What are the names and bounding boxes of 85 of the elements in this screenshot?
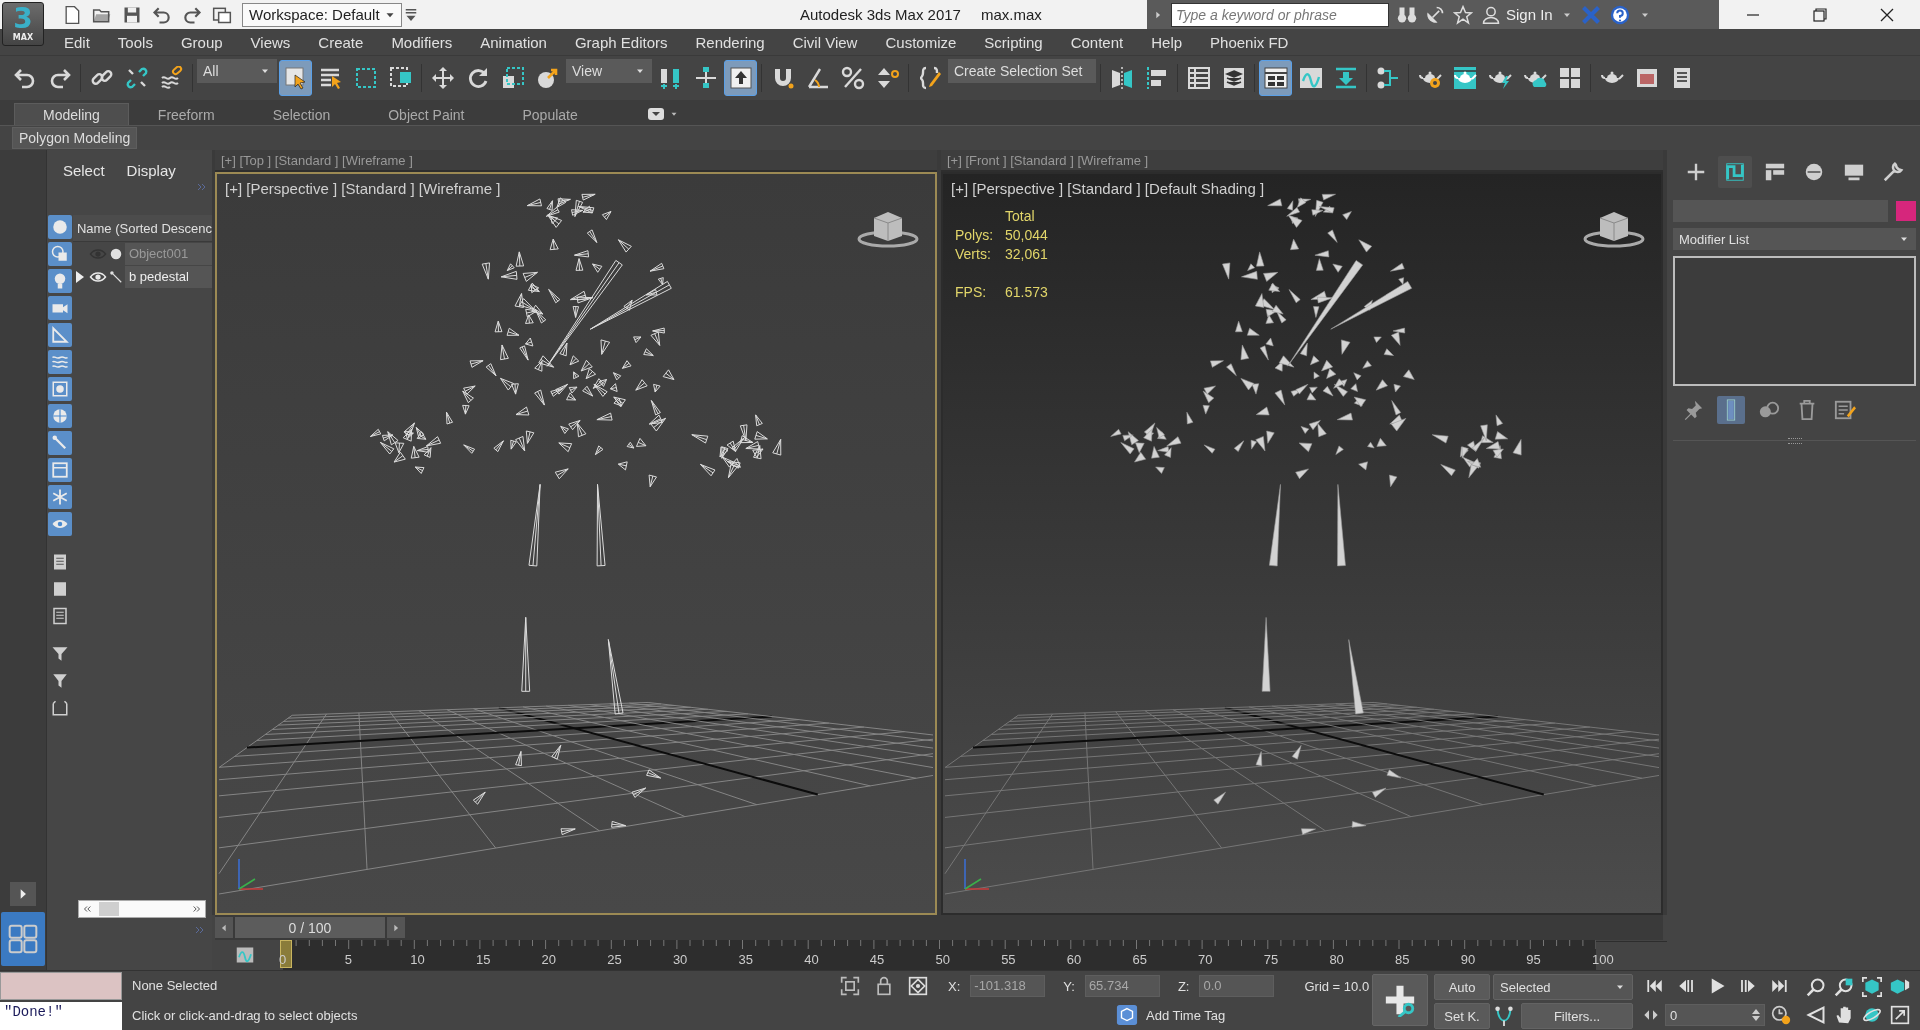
file-name: max.max: [980, 6, 1042, 23]
menu-item[interactable]: Animation: [466, 29, 561, 55]
menu-item[interactable]: Content: [1056, 29, 1138, 55]
ribbon-tab[interactable]: Modeling: [14, 103, 129, 125]
frame-number: 75: [1263, 952, 1279, 967]
frame-number: 40: [804, 952, 819, 967]
menu-item[interactable]: Graph Editors: [560, 29, 682, 55]
ribbon-tab[interactable]: Object Paint: [359, 103, 494, 125]
menu-item[interactable]: Tools: [103, 29, 167, 55]
ribbon-tab[interactable]: Selection: [243, 103, 360, 125]
frame-number: 85: [1395, 952, 1410, 967]
menu-item[interactable]: Phoenix FD: [1196, 29, 1303, 55]
key-filters-button[interactable]: Filters...: [1521, 1003, 1633, 1029]
logo-label: MAX: [12, 33, 34, 43]
frame-number: 35: [738, 952, 753, 967]
stat-label: Verts:: [955, 246, 992, 262]
frame-number: 0: [279, 952, 287, 967]
frame-number: 90: [1460, 952, 1476, 967]
menu-item[interactable]: Customize: [871, 29, 971, 55]
column-header[interactable]: Name (Sorted Descenc: [72, 215, 212, 242]
explorer-menu[interactable]: Select: [62, 162, 105, 179]
frame-number: 5: [344, 952, 352, 967]
auto-key-button[interactable]: Auto: [1434, 974, 1490, 1000]
frame-number: 20: [541, 952, 557, 967]
frame-number: 50: [935, 952, 950, 967]
grid-size: Grid = 10.0: [1304, 978, 1370, 994]
frame-number: 25: [607, 952, 622, 967]
frame-number: 95: [1526, 952, 1541, 967]
stat-label: Polys:: [955, 227, 995, 243]
viewport-label[interactable]: [+] [Perspective ] [Standard ] [Wireframe ]: [225, 180, 501, 197]
current-frame-field[interactable]: 0: [1665, 1004, 1765, 1026]
window-title: Autodesk 3ds Max 2017: [800, 6, 961, 23]
set-key-mode-button[interactable]: Set K.: [1434, 1003, 1490, 1029]
menu-item[interactable]: Views: [236, 29, 305, 55]
selection-filter-dropdown[interactable]: All: [197, 59, 277, 83]
frame-counter: 0 / 100: [235, 917, 385, 938]
stat-label: FPS:: [955, 284, 988, 300]
maxscript-output[interactable]: "Done!": [0, 1002, 122, 1030]
viewport[interactable]: [+] [Perspective ] [Standard ] [Default Shading ] Total Polys: 50,044 Verts: 32,061 FPS: 61.573: [941, 172, 1663, 915]
workspace-dropdown[interactable]: Workspace: Default: [242, 2, 402, 27]
menu-item[interactable]: Scripting: [970, 29, 1057, 55]
frame-number: 100: [1592, 952, 1614, 967]
menu-item[interactable]: Civil View: [778, 29, 872, 55]
object-name[interactable]: b pedestal: [124, 266, 212, 288]
axis-label: X:: [948, 978, 961, 994]
frame-number: 15: [475, 952, 491, 967]
sign-in-button[interactable]: Sign In: [1481, 4, 1553, 25]
stat-value: 32,061: [1005, 246, 1048, 262]
ribbon-tab[interactable]: Freeform: [128, 103, 244, 125]
frame-number: 10: [410, 952, 425, 967]
app-logo[interactable]: 3 MAX: [2, 2, 44, 46]
stat-value: 50,044: [1005, 227, 1048, 243]
frame-number: 30: [672, 952, 688, 967]
coordinate-system-dropdown[interactable]: View: [566, 59, 652, 83]
menu-item[interactable]: Help: [1137, 29, 1197, 55]
menu-item[interactable]: Modifiers: [377, 29, 467, 55]
ribbon-panel-title[interactable]: Polygon Modeling: [12, 127, 138, 149]
viewport-label[interactable]: [+] [Front ] [Standard ] [Wireframe ]: [941, 150, 1663, 172]
prompt-text: Click or click-and-drag to select objects: [132, 1007, 359, 1023]
viewport-label[interactable]: [+] [Top ] [Standard ] [Wireframe ]: [215, 150, 937, 172]
explorer-menu[interactable]: Display: [126, 162, 176, 179]
frame-number: 55: [1001, 952, 1016, 967]
frame-number: 45: [869, 952, 885, 967]
stats-header: Total: [1005, 208, 1036, 224]
menu-item[interactable]: Edit: [50, 29, 104, 55]
ribbon-tab[interactable]: Populate: [493, 103, 607, 125]
frame-number: 60: [1066, 952, 1082, 967]
stat-value: 61.573: [1005, 284, 1048, 300]
axis-label: Z:: [1177, 978, 1190, 994]
viewport-label[interactable]: [+] [Perspective ] [Standard ] [Default Shading ]: [951, 180, 1265, 197]
search-field[interactable]: Type a keyword or phrase: [1171, 2, 1389, 27]
frame-number: 70: [1198, 952, 1213, 967]
logo-mark: 3: [13, 5, 33, 33]
add-time-tag-button[interactable]: Add Time Tag: [1146, 1007, 1226, 1023]
selection-set-dropdown[interactable]: Create Selection Set: [948, 59, 1096, 83]
menu-item[interactable]: Rendering: [681, 29, 779, 55]
modifier-list-dropdown[interactable]: Modifier List: [1673, 228, 1916, 250]
frame-number: 65: [1132, 952, 1147, 967]
key-mode-dropdown[interactable]: Selected: [1493, 974, 1633, 1000]
frame-number: 80: [1329, 952, 1344, 967]
axis-label: Y:: [1063, 978, 1075, 994]
menu-item[interactable]: Create: [304, 29, 378, 55]
viewport[interactable]: [+] [Perspective ] [Standard ] [Wireframe ]: [215, 172, 937, 915]
selection-status: None Selected: [132, 978, 219, 994]
menu-item[interactable]: Group: [166, 29, 237, 55]
